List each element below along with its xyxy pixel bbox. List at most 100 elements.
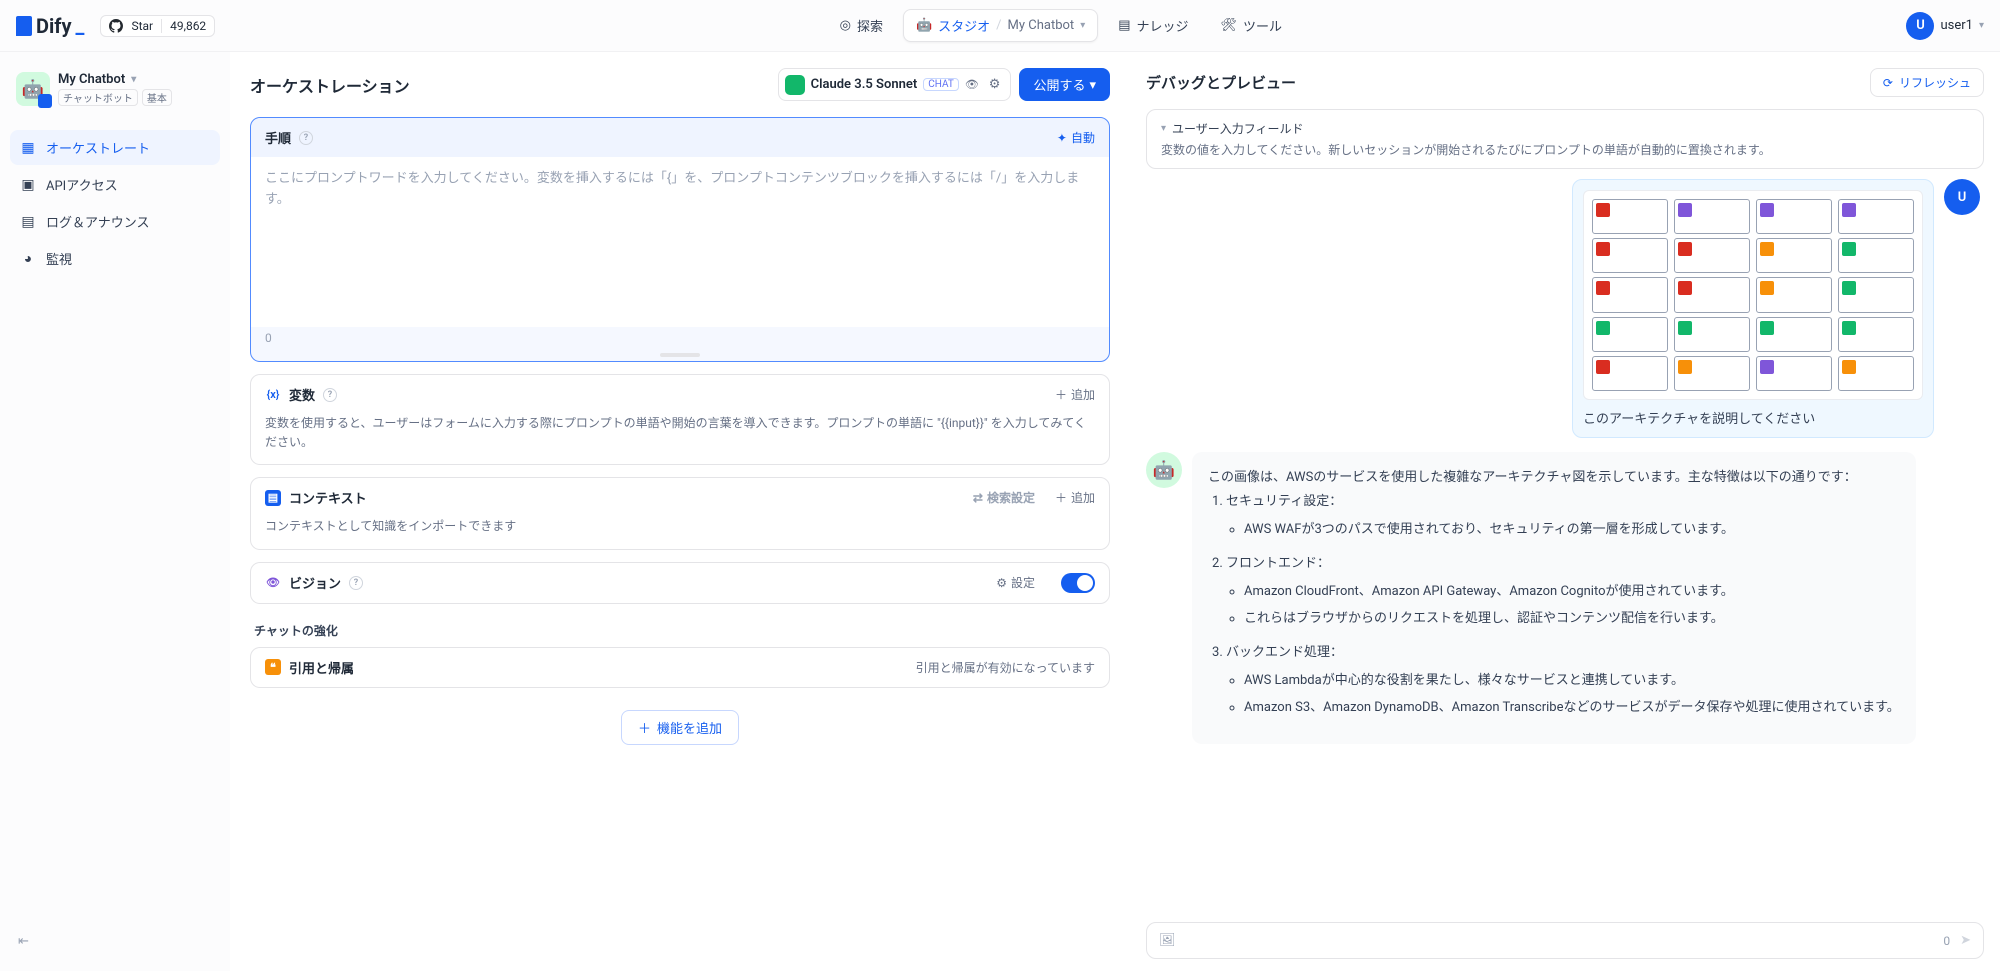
nav-current-app[interactable]: My Chatbot <box>1008 18 1075 33</box>
refresh-icon: ⟳ <box>1883 76 1893 90</box>
add-label: 追加 <box>1071 489 1095 506</box>
preview-title: デバッグとプレビュー <box>1146 72 1296 93</box>
model-selector[interactable]: Claude 3.5 Sonnet CHAT 👁 ⚙ <box>778 68 1012 101</box>
nav-tools[interactable]: 🛠 ツール <box>1209 10 1295 41</box>
app-tag-mode: 基本 <box>142 89 172 106</box>
help-icon[interactable]: ? <box>323 388 337 402</box>
assistant-bullet: AWS Lambdaが中心的な役割を果たし、様々なサービスと連携しています。 <box>1244 669 1900 693</box>
citation-status: 引用と帰属が有効になっています <box>916 659 1095 676</box>
assistant-intro: この画像は、AWSのサービスを使用した複雑なアーキテクチャ図を示しています。主な… <box>1208 466 1900 490</box>
model-chat-badge: CHAT <box>923 78 959 91</box>
prompt-char-count: 0 <box>265 331 272 345</box>
layout-icon: ▦ <box>20 140 36 156</box>
image-attach-icon[interactable]: 🖼 <box>1159 933 1176 948</box>
logo[interactable]: Dify_ <box>16 14 84 38</box>
chevron-down-icon: ▾ <box>1089 77 1096 93</box>
bot-avatar: 🤖 <box>1146 452 1182 488</box>
sidebar-item-api[interactable]: ▣ APIアクセス <box>10 167 220 202</box>
user-avatar: U <box>1944 179 1980 215</box>
chat-input[interactable] <box>1186 933 1934 948</box>
chat-area: このアーキテクチャを説明してください U 🤖 この画像は、AWSのサービスを使用… <box>1146 179 1984 912</box>
nav-studio[interactable]: 🤖 スタジオ / My Chatbot ▾ <box>903 9 1098 42</box>
sparkle-icon: ✦ <box>1057 131 1067 145</box>
user-avatar: U <box>1906 12 1934 40</box>
user-input-fields-panel[interactable]: ▾ ユーザー入力フィールド 変数の値を入力してください。新しいセッションが開始さ… <box>1146 109 1984 169</box>
publish-button[interactable]: 公開する ▾ <box>1019 68 1110 101</box>
add-feature-label: 機能を追加 <box>657 718 722 737</box>
add-variable-button[interactable]: ＋ 追加 <box>1055 386 1095 403</box>
context-card: ▤ コンテキスト ⇄ 検索設定 ＋ 追加 コンテキストとして知識をインポートでき… <box>250 477 1110 549</box>
refresh-button[interactable]: ⟳ リフレッシュ <box>1870 68 1984 97</box>
chevron-down-icon: ▾ <box>1161 123 1166 134</box>
eye-icon: 👁 <box>965 78 979 91</box>
publish-label: 公開する <box>1033 75 1085 94</box>
sliders-icon[interactable]: ⚙ <box>985 73 1005 96</box>
resize-handle[interactable] <box>660 353 700 357</box>
citation-label: 引用と帰属 <box>289 658 354 677</box>
prompt-placeholder: ここにプロンプトワードを入力してください。変数を挿入するには「{」を、プロンプト… <box>265 169 1095 211</box>
prompt-editor[interactable]: ここにプロンプトワードを入力してください。変数を挿入するには「{」を、プロンプト… <box>251 157 1109 327</box>
search-settings-button[interactable]: ⇄ 検索設定 <box>973 489 1035 506</box>
char-count: 0 <box>1943 934 1950 948</box>
app-tag-type: チャットボット <box>58 89 138 106</box>
logo-icon <box>16 16 32 36</box>
sidebar: 🤖 My Chatbot ▾ チャットボット 基本 ▦ オーケストレート ▣ A… <box>0 52 230 971</box>
context-label: コンテキスト <box>289 488 367 507</box>
app-name: My Chatbot <box>58 72 125 87</box>
app-icon: 🤖 <box>16 72 50 106</box>
add-feature-button[interactable]: ＋ 機能を追加 <box>621 710 739 745</box>
robot-icon: 🤖 <box>916 18 932 33</box>
send-icon[interactable]: ➤ <box>1960 933 1971 948</box>
citation-card: ❝ 引用と帰属 引用と帰属が有効になっています <box>250 647 1110 688</box>
assistant-h3: バックエンド処理： <box>1226 645 1343 660</box>
logo-text: Dify <box>36 14 72 38</box>
eye-icon: 👁 <box>265 575 281 591</box>
sidebar-item-monitor[interactable]: ◕ 監視 <box>10 241 220 276</box>
auto-generate-button[interactable]: ✦ 自動 <box>1057 129 1095 146</box>
assistant-h1: セキュリティ設定： <box>1226 494 1342 509</box>
help-icon[interactable]: ? <box>299 131 313 145</box>
add-context-button[interactable]: ＋ 追加 <box>1055 489 1095 506</box>
app-selector[interactable]: 🤖 My Chatbot ▾ チャットボット 基本 <box>10 66 220 112</box>
collapse-icon: ⇤ <box>18 934 29 949</box>
prompt-card: 手順 ? ✦ 自動 ここにプロンプトワードを入力してください。変数を挿入するには… <box>250 117 1110 362</box>
variables-desc: 変数を使用すると、ユーザーはフォームに入力する際にプロンプトの単語や開始の言葉を… <box>251 414 1109 464</box>
user-menu[interactable]: U user1 ▾ <box>1906 12 1984 40</box>
terminal-icon: ▣ <box>20 177 36 193</box>
sidebar-item-logs[interactable]: ▤ ログ＆アナウンス <box>10 204 220 239</box>
help-icon[interactable]: ? <box>349 576 363 590</box>
variables-label: 変数 <box>289 385 315 404</box>
nav-separator: / <box>996 18 1001 33</box>
settings-label: 設定 <box>1011 574 1035 591</box>
star-count: 49,862 <box>161 19 206 33</box>
architecture-image[interactable] <box>1583 190 1923 400</box>
anthropic-icon <box>785 75 805 95</box>
nav-explore[interactable]: ◎ 探索 <box>828 10 895 41</box>
sidebar-item-label: APIアクセス <box>46 175 118 194</box>
sidebar-item-orchestrate[interactable]: ▦ オーケストレート <box>10 130 220 165</box>
sidebar-item-label: ログ＆アナウンス <box>46 212 149 231</box>
input-fields-desc: 変数の値を入力してください。新しいセッションが開始されるたびにプロンプトの単語が… <box>1161 141 1969 158</box>
section-label-enhance: チャットの強化 <box>254 622 1110 639</box>
document-icon: ▤ <box>20 214 36 230</box>
quote-icon: ❝ <box>265 659 281 675</box>
vision-toggle[interactable] <box>1061 573 1095 593</box>
github-star-button[interactable]: Star 49,862 <box>100 15 215 37</box>
user-message: このアーキテクチャを説明してください <box>1572 179 1934 438</box>
star-label: Star <box>131 19 153 33</box>
gauge-icon: ◕ <box>20 251 36 267</box>
github-icon <box>109 19 123 33</box>
sidebar-item-label: オーケストレート <box>46 138 150 157</box>
nav-knowledge[interactable]: ▤ ナレッジ <box>1106 10 1200 41</box>
assistant-bullet: これらはブラウザからのリクエストを処理し、認証やコンテンツ配信を行います。 <box>1244 607 1900 631</box>
vision-settings-button[interactable]: ⚙ 設定 <box>996 574 1035 591</box>
variable-icon: {x} <box>265 387 281 403</box>
user-message-text: このアーキテクチャを説明してください <box>1583 408 1923 427</box>
assistant-h2: フロントエンド： <box>1226 556 1330 571</box>
assistant-bullet: Amazon CloudFront、Amazon API Gateway、Ama… <box>1244 580 1900 604</box>
book-icon: ▤ <box>1118 18 1130 33</box>
tool-icon: 🛠 <box>1221 18 1238 33</box>
sidebar-collapse-button[interactable]: ⇤ <box>10 926 220 957</box>
nav-tools-label: ツール <box>1243 16 1282 35</box>
chevron-down-icon: ▾ <box>1979 20 1984 31</box>
